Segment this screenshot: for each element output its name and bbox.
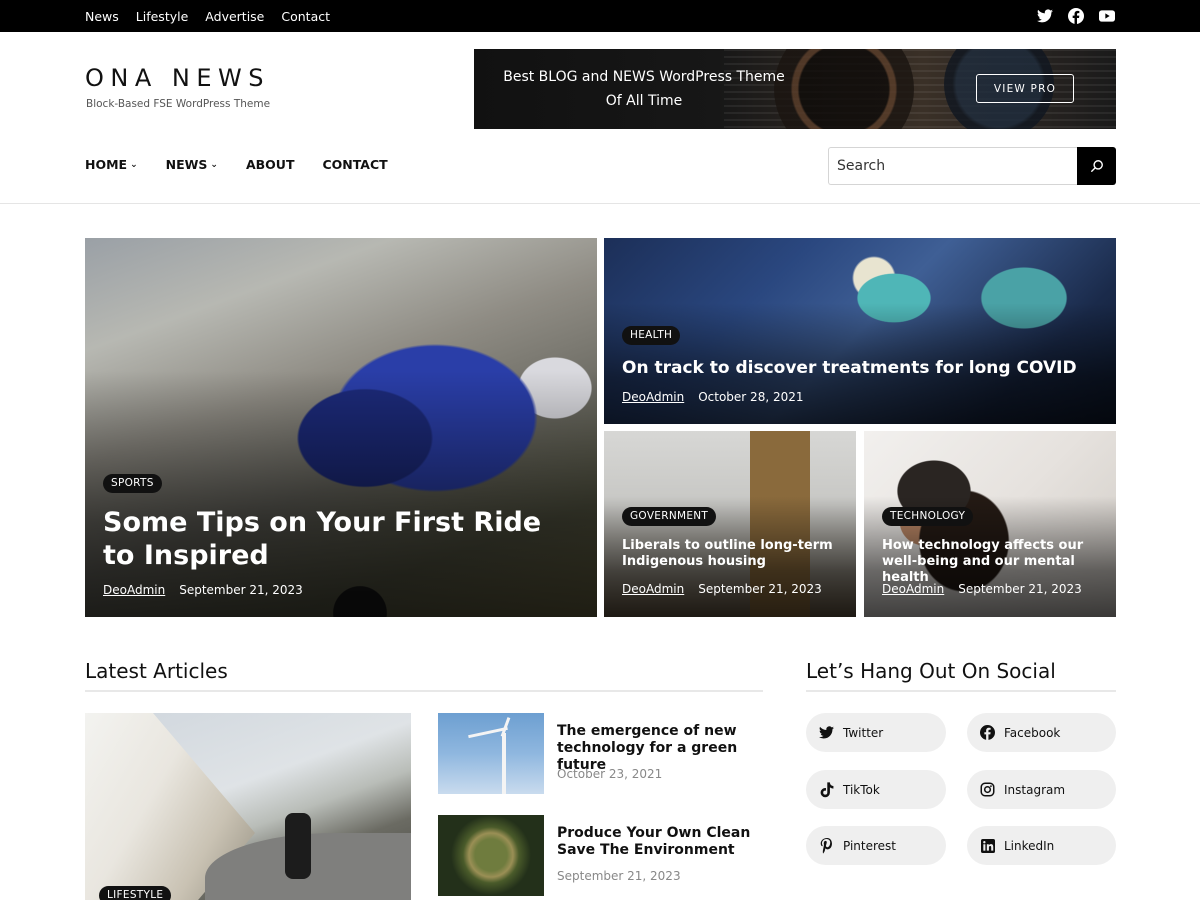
social-button-tiktok[interactable]: TikTok — [806, 770, 946, 809]
cyclist-image — [285, 813, 311, 879]
social-label: Pinterest — [843, 838, 897, 853]
nav-about[interactable]: ABOUT — [246, 157, 295, 172]
post-title[interactable]: Some Tips on Your First Ride to Inspired — [103, 506, 543, 572]
social-button-linkedin[interactable]: LinkedIn — [967, 826, 1116, 865]
article-date: October 23, 2021 — [557, 767, 663, 781]
top-nav-lifestyle[interactable]: Lifestyle — [136, 9, 189, 24]
linkedin-icon — [980, 838, 995, 853]
latest-featured-image[interactable] — [85, 713, 411, 900]
post-author[interactable]: DeoAdmin — [622, 390, 684, 404]
post-author[interactable]: DeoAdmin — [622, 582, 684, 596]
social-label: Facebook — [1004, 725, 1061, 740]
post-meta: DeoAdmin September 21, 2023 — [103, 583, 303, 597]
top-bar: News Lifestyle Advertise Contact — [0, 0, 1200, 32]
planet-environment-thumbnail[interactable] — [438, 815, 544, 896]
social-heading: Let’s Hang Out On Social — [806, 659, 1056, 683]
chevron-down-icon: ⌄ — [210, 159, 218, 170]
facebook-icon — [980, 725, 995, 740]
banner-text: Best BLOG and NEWS WordPress Theme Of Al… — [498, 65, 790, 113]
search-button[interactable] — [1077, 147, 1116, 185]
social-button-facebook[interactable]: Facebook — [967, 713, 1116, 752]
featured-post-government[interactable]: GOVERNMENT Liberals to outline long-term… — [604, 431, 856, 617]
post-author[interactable]: DeoAdmin — [882, 582, 944, 596]
top-nav: News Lifestyle Advertise Contact — [85, 0, 347, 32]
nav-news-label: NEWS — [165, 157, 208, 172]
search-form — [828, 147, 1116, 185]
section-divider — [806, 690, 1116, 692]
facebook-icon[interactable] — [1067, 8, 1084, 25]
twitter-icon — [819, 725, 834, 740]
social-label: LinkedIn — [1004, 838, 1055, 853]
category-badge[interactable]: TECHNOLOGY — [882, 507, 974, 526]
youtube-icon[interactable] — [1098, 8, 1115, 25]
nav-contact[interactable]: CONTACT — [322, 157, 387, 172]
post-title[interactable]: Liberals to outline long-term Indigenous… — [622, 538, 837, 570]
top-nav-advertise[interactable]: Advertise — [205, 9, 264, 24]
category-badge[interactable]: HEALTH — [622, 326, 681, 345]
promo-banner: Best BLOG and NEWS WordPress Theme Of Al… — [474, 49, 1116, 129]
social-button-pinterest[interactable]: Pinterest — [806, 826, 946, 865]
featured-post-health[interactable]: HEALTH On track to discover treatments f… — [604, 238, 1116, 424]
post-meta: DeoAdmin September 21, 2023 — [882, 582, 1082, 596]
header-divider — [0, 203, 1200, 204]
featured-post-sports[interactable]: SPORTS Some Tips on Your First Ride to I… — [85, 238, 597, 617]
twitter-icon[interactable] — [1036, 8, 1053, 25]
main-nav: HOME ⌄ NEWS ⌄ ABOUT CONTACT — [85, 157, 416, 172]
post-date: September 21, 2023 — [958, 582, 1082, 596]
social-button-twitter[interactable]: Twitter — [806, 713, 946, 752]
nav-home-label: HOME — [85, 157, 128, 172]
view-pro-button[interactable]: VIEW PRO — [976, 74, 1074, 103]
site-logo[interactable]: ONA NEWS — [85, 64, 270, 92]
nav-news[interactable]: NEWS ⌄ — [166, 157, 218, 172]
post-date: September 21, 2023 — [179, 583, 303, 597]
search-icon — [1090, 160, 1103, 172]
post-title[interactable]: On track to discover treatments for long… — [622, 357, 1092, 379]
site-tagline: Block-Based FSE WordPress Theme — [86, 98, 271, 110]
category-badge[interactable]: LIFESTYLE — [99, 886, 172, 900]
top-social-links — [1036, 0, 1115, 32]
social-label: Twitter — [843, 725, 884, 740]
post-title[interactable]: How technology affects our well-being an… — [882, 538, 1102, 586]
pinterest-icon — [819, 837, 834, 853]
section-divider — [85, 690, 763, 692]
banner-line-2: Of All Time — [605, 93, 683, 109]
post-author[interactable]: DeoAdmin — [103, 583, 165, 597]
social-button-instagram[interactable]: Instagram — [967, 770, 1116, 809]
search-input[interactable] — [828, 147, 1078, 185]
latest-articles-heading: Latest Articles — [85, 659, 228, 683]
category-badge[interactable]: SPORTS — [103, 474, 162, 493]
article-date: September 21, 2023 — [557, 869, 681, 883]
top-nav-news[interactable]: News — [85, 9, 119, 24]
banner-coffee-cup-image — [774, 49, 914, 129]
nav-contact-label: CONTACT — [322, 157, 388, 172]
banner-line-1: Best BLOG and NEWS WordPress Theme — [503, 69, 785, 85]
top-nav-contact[interactable]: Contact — [281, 9, 330, 24]
nav-home[interactable]: HOME ⌄ — [85, 157, 138, 172]
tiktok-icon — [819, 781, 834, 797]
post-date: October 28, 2021 — [698, 390, 804, 404]
post-date: September 21, 2023 — [698, 582, 822, 596]
category-badge[interactable]: GOVERNMENT — [622, 507, 717, 526]
post-meta: DeoAdmin September 21, 2023 — [622, 582, 822, 596]
instagram-icon — [980, 782, 995, 797]
featured-post-technology[interactable]: TECHNOLOGY How technology affects our we… — [864, 431, 1116, 617]
article-title[interactable]: Produce Your Own Clean Save The Environm… — [557, 825, 757, 859]
nav-about-label: ABOUT — [245, 157, 295, 172]
wind-turbine-thumbnail[interactable] — [438, 713, 544, 794]
social-label: TikTok — [843, 782, 880, 797]
chevron-down-icon: ⌄ — [130, 159, 138, 170]
social-label: Instagram — [1004, 782, 1066, 797]
post-meta: DeoAdmin October 28, 2021 — [622, 390, 804, 404]
